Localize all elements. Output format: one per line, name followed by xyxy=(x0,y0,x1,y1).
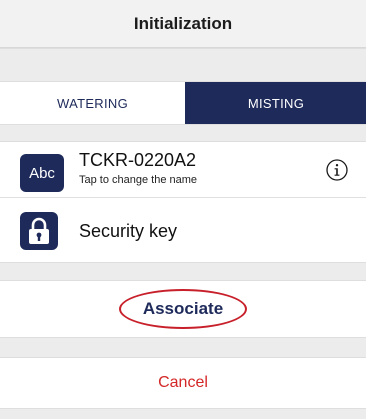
associate-row: Associate xyxy=(0,281,366,337)
info-circle-icon[interactable] xyxy=(326,159,348,181)
cancel-row: Cancel xyxy=(0,358,366,408)
abc-badge-icon: Abc xyxy=(20,154,64,192)
lock-badge xyxy=(20,212,58,250)
section-spacer xyxy=(0,262,366,281)
associate-button[interactable]: Associate xyxy=(118,289,248,329)
lock-icon xyxy=(29,217,49,244)
tab-misting[interactable]: MISTING xyxy=(186,82,366,124)
section-spacer xyxy=(0,408,366,419)
navigation-bar: Initialization xyxy=(0,0,366,48)
page-title: Initialization xyxy=(133,13,233,33)
section-spacer xyxy=(0,48,366,82)
tab-watering[interactable]: WATERING xyxy=(0,82,186,124)
device-name-row[interactable]: Abc TCKR-0220A2 Tap to change the name xyxy=(0,142,366,198)
cancel-button[interactable]: Cancel xyxy=(152,373,214,393)
security-key-label: Security key xyxy=(79,221,178,241)
mode-segmented-control: WATERING MISTING xyxy=(0,82,366,124)
security-key-row[interactable]: Security key xyxy=(0,200,366,262)
section-spacer xyxy=(0,124,366,142)
device-name-hint: Tap to change the name xyxy=(79,174,198,186)
section-spacer xyxy=(0,337,366,358)
device-name: TCKR-0220A2 xyxy=(79,150,197,170)
